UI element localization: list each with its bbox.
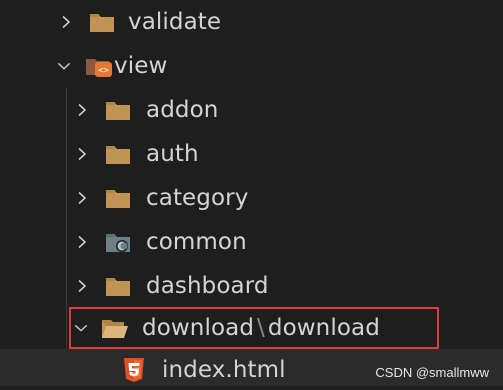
chevron-right-icon[interactable] — [75, 103, 89, 117]
tree-item-label: auth — [146, 141, 199, 167]
folder-name-part: download — [267, 315, 380, 341]
folder-icon — [104, 186, 132, 210]
tree-item-category[interactable]: category — [0, 176, 503, 220]
html5-icon — [120, 358, 148, 382]
chevron-right-icon[interactable] — [75, 235, 89, 249]
folder-icon — [104, 274, 132, 298]
tree-item-label: download \ download — [142, 314, 380, 342]
tree-item-addon[interactable]: addon — [0, 88, 503, 132]
chevron-right-icon[interactable] — [75, 191, 89, 205]
folder-view-icon: <> — [85, 54, 113, 78]
chevron-right-icon[interactable] — [59, 15, 73, 29]
path-separator: \ — [257, 315, 265, 341]
tree-item-dashboard[interactable]: dashboard — [0, 264, 503, 308]
folder-open-icon — [101, 316, 129, 340]
tree-item-view[interactable]: <> view — [0, 44, 503, 88]
folder-icon — [88, 10, 116, 34]
tree-item-auth[interactable]: auth — [0, 132, 503, 176]
file-explorer-tree: validate <> view addon auth category com… — [0, 0, 503, 386]
folder-name-part: download — [142, 315, 255, 341]
tree-item-common[interactable]: common — [0, 220, 503, 264]
tree-item-label: category — [146, 185, 249, 211]
tree-item-label: common — [146, 229, 247, 255]
chevron-down-icon[interactable] — [74, 321, 88, 335]
folder-common-icon — [104, 230, 132, 254]
tree-item-label: index.html — [162, 357, 286, 383]
tree-item-label: dashboard — [146, 273, 269, 299]
chevron-right-icon[interactable] — [75, 279, 89, 293]
tree-item-label: validate — [128, 9, 222, 35]
tree-item-label: addon — [146, 97, 219, 123]
chevron-down-icon[interactable] — [57, 59, 71, 73]
folder-icon — [104, 142, 132, 166]
tree-item-label: view — [114, 53, 168, 79]
tree-item-download[interactable]: download \ download — [0, 307, 503, 349]
chevron-right-icon[interactable] — [75, 147, 89, 161]
folder-icon — [104, 98, 132, 122]
svg-text:<>: <> — [98, 66, 109, 76]
watermark-text: CSDN @smallmww — [375, 365, 489, 380]
tree-item-validate[interactable]: validate — [0, 0, 503, 44]
